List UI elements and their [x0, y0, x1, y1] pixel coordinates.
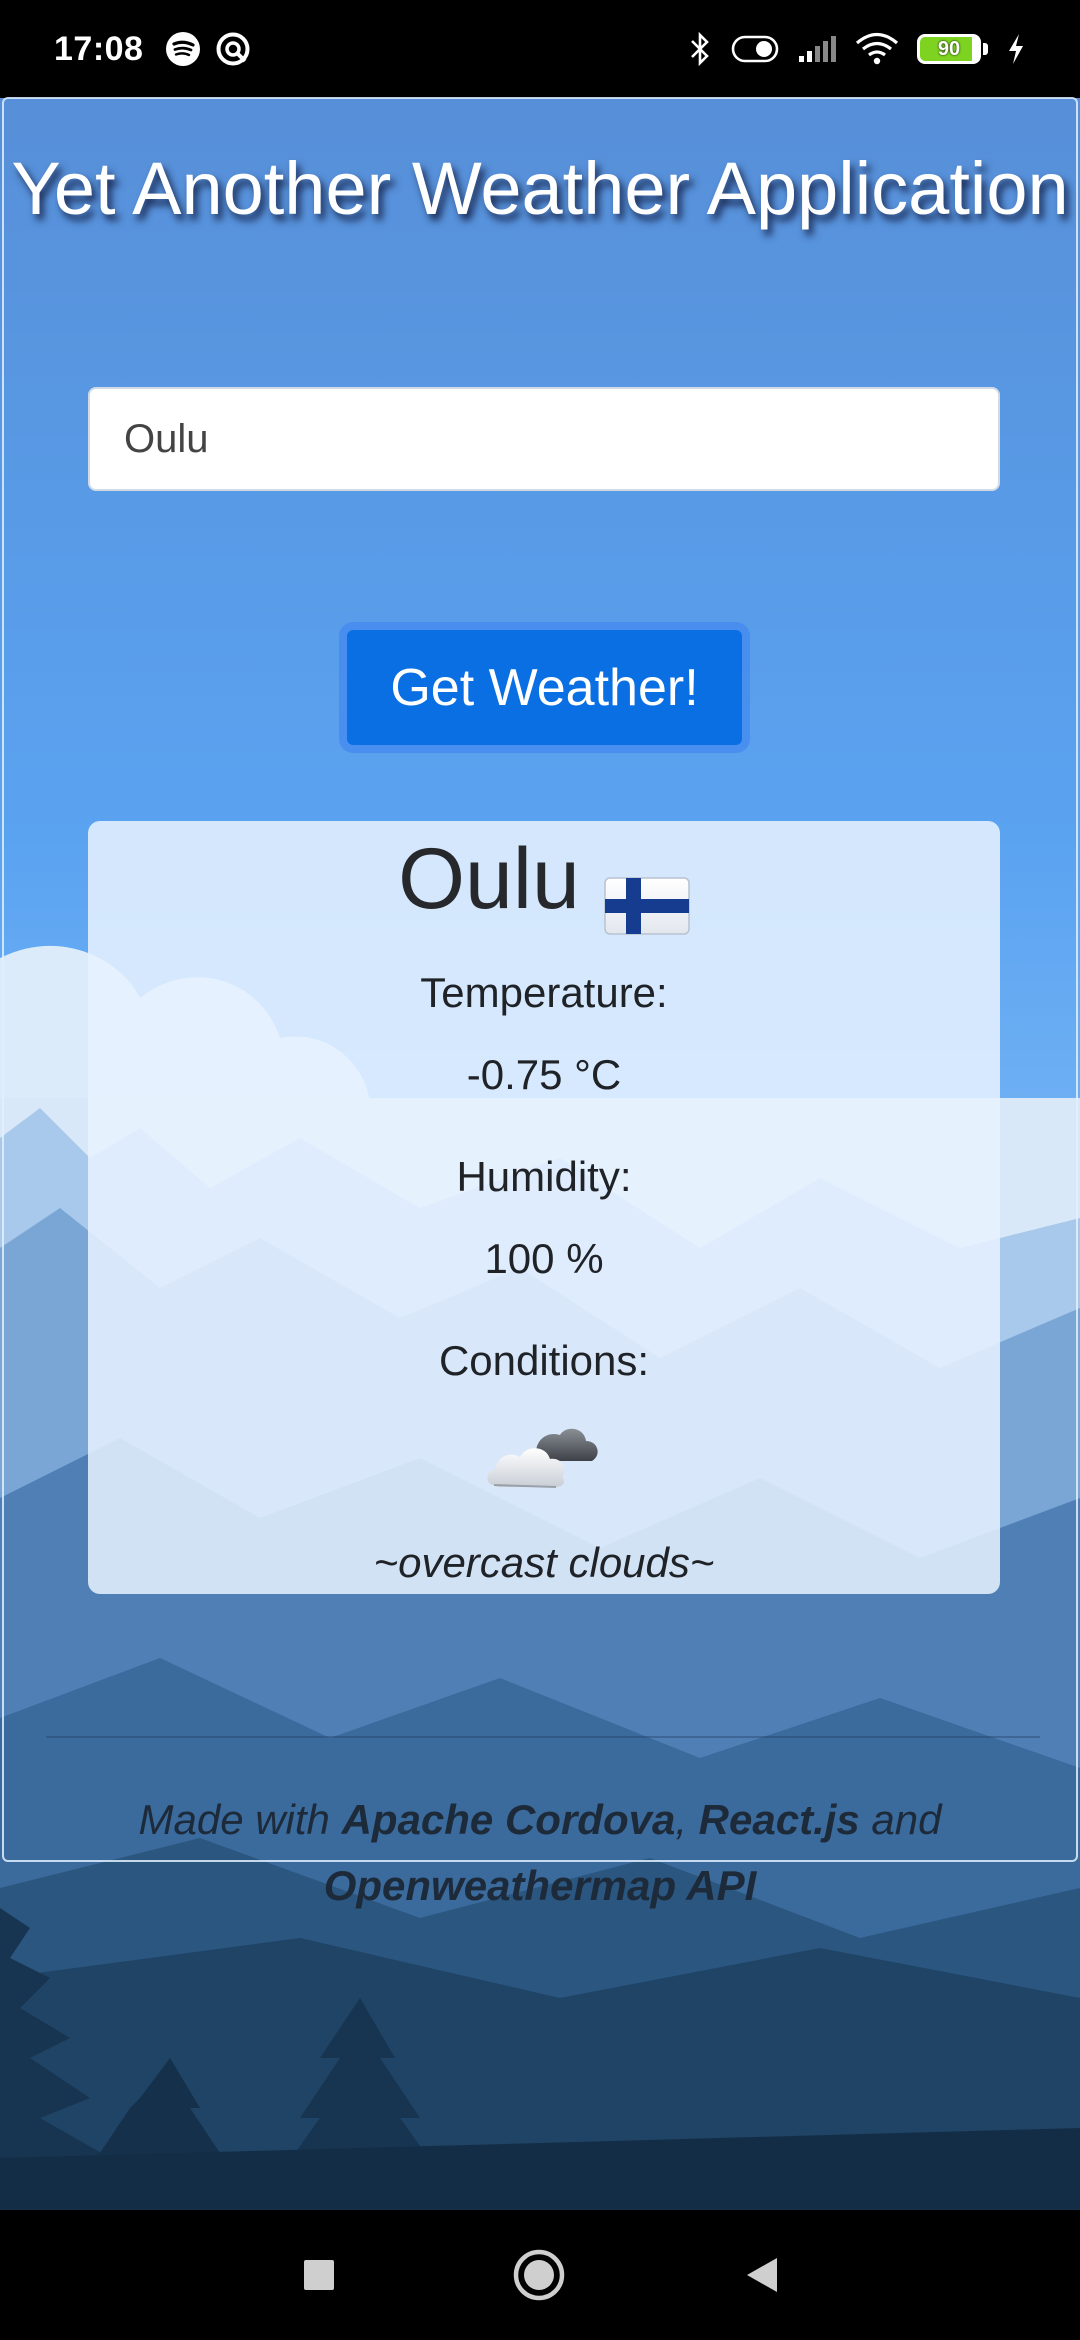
status-bar: 17:08 90	[0, 0, 1080, 98]
footer-credits: Made with Apache Cordova, React.js and O…	[4, 1787, 1076, 1919]
app-title: Yet Another Weather Application	[11, 147, 1069, 230]
overcast-clouds-icon	[88, 1415, 1000, 1505]
humidity-value: 100 %	[484, 1235, 604, 1282]
charging-icon	[1006, 33, 1026, 65]
footer-prefix: Made with	[138, 1796, 342, 1843]
city-search-input[interactable]	[88, 387, 1000, 491]
conditions-label: Conditions:	[438, 1337, 650, 1384]
temperature-value: -0.75 °C	[466, 1051, 622, 1098]
footer-tech-openweathermap: Openweathermap API	[323, 1862, 757, 1909]
app-container: Yet Another Weather Application Get Weat…	[2, 97, 1078, 1909]
toggle-icon	[731, 34, 779, 64]
get-weather-button[interactable]: Get Weather!	[339, 622, 750, 753]
footer-separator-2: and	[859, 1796, 942, 1843]
footer-separator-1: ,	[675, 1796, 699, 1843]
condition-description: ~overcast clouds~	[373, 1539, 715, 1586]
spotify-icon	[165, 31, 201, 67]
bluetooth-icon	[687, 32, 713, 66]
wifi-icon	[855, 32, 899, 66]
recents-square-icon[interactable]	[292, 2248, 346, 2302]
footer-tech-cordova: Apache Cordova	[341, 1796, 676, 1843]
footer-divider	[46, 1736, 1040, 1738]
phone-screen: 17:08 90 Yet Another Weather Application…	[0, 0, 1080, 2340]
vpn-icon	[215, 31, 251, 67]
status-time: 17:08	[54, 29, 144, 68]
signal-icon	[797, 34, 837, 64]
temperature-label: Temperature:	[420, 969, 668, 1016]
weather-result-card: Oulu Temperature: -0.75 °C Humidity: 100…	[88, 821, 1000, 1594]
finland-flag-icon	[604, 854, 690, 935]
battery-level: 90	[937, 37, 961, 60]
city-heading: Oulu	[88, 827, 1000, 935]
back-triangle-icon[interactable]	[735, 2248, 789, 2302]
footer-tech-react: React.js	[698, 1796, 860, 1843]
humidity-label: Humidity:	[456, 1153, 632, 1200]
city-name: Oulu	[398, 831, 580, 927]
battery-icon: 90	[917, 34, 988, 64]
navigation-bar	[0, 2210, 1080, 2340]
home-circle-icon[interactable]	[512, 2248, 566, 2302]
